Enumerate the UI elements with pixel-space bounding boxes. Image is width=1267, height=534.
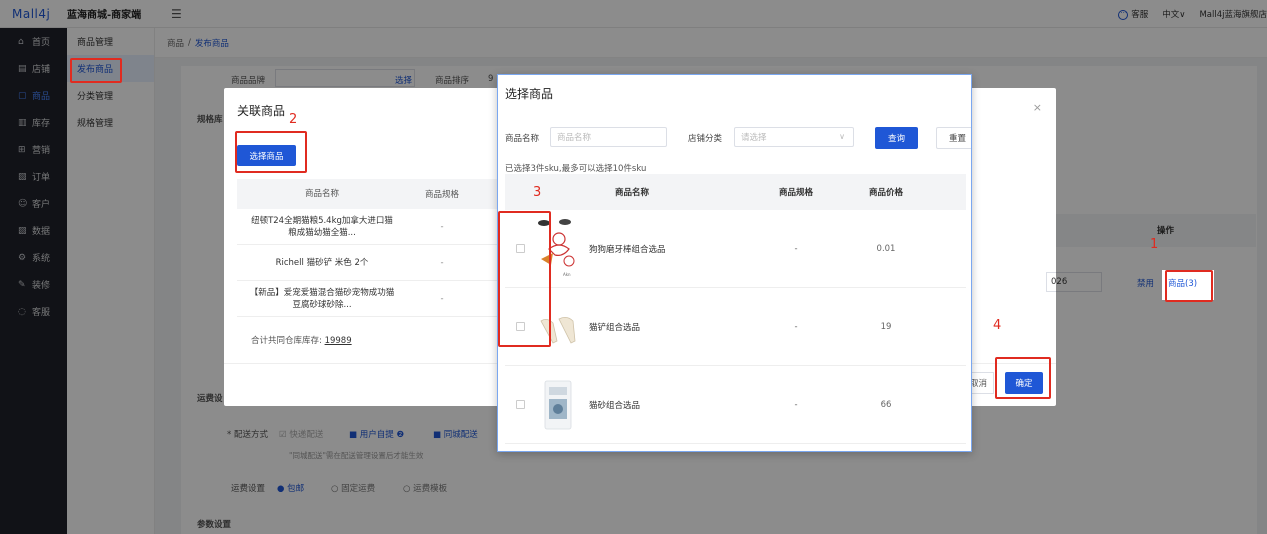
svg-text:Akn: Akn [563, 272, 571, 277]
query-button[interactable]: 查询 [875, 127, 918, 149]
product-image-cat-litter [535, 375, 581, 435]
annotation-box-goods-link [1165, 270, 1213, 302]
table-row[interactable]: 猫砂组合选品 - 66 [505, 366, 966, 444]
column-header: 商品规格 [424, 190, 459, 200]
column-header: 商品价格 [868, 188, 903, 198]
related-goods-table: 商品名称 商品规格 纽顿T24全期猫粮5.4kg加拿大进口猫粮成猫幼猫全猫...… [237, 179, 497, 317]
stock-total-value: 19989 [324, 336, 352, 346]
close-icon[interactable]: × [1033, 101, 1042, 114]
goods-name: 【新品】爱宠爱猫混合猫砂宠物成功猫豆腐砂球砂除... [249, 287, 395, 310]
reset-button[interactable]: 重置 [936, 127, 971, 149]
category-placeholder: 请选择 [741, 133, 767, 143]
column-header: 商品规格 [778, 188, 813, 198]
annotation-number-1: 1 [1150, 237, 1159, 252]
table-header: 商品名称 商品规格 商品价格 [505, 174, 966, 210]
table-header: 商品名称 商品规格 [237, 179, 497, 209]
goods-name: 纽顿T24全期猫粮5.4kg加拿大进口猫粮成猫幼猫全猫... [251, 215, 393, 238]
column-header: 商品名称 [304, 189, 339, 199]
goods-name: 猫砂组合选品 [589, 400, 641, 411]
category-filter-label: 店铺分类 [688, 134, 723, 144]
goods-name: 猫铲组合选品 [589, 322, 641, 333]
goods-spec: - [794, 321, 798, 332]
goods-price: 19 [880, 321, 892, 332]
goods-price: 66 [880, 399, 892, 410]
category-select[interactable]: 请选择 ∨ [734, 127, 854, 147]
annotation-box-publish [70, 58, 122, 83]
goods-price: 0.01 [876, 243, 896, 254]
table-row: 纽顿T24全期猫粮5.4kg加拿大进口猫粮成猫幼猫全猫... - [237, 209, 497, 245]
annotation-number-3: 3 [533, 185, 542, 200]
select-goods-table: 商品名称 商品规格 商品价格 Akn 狗狗磨牙棒组合选品 - 0.01 猫铲组合… [505, 174, 966, 444]
annotation-number-4: 4 [993, 318, 1002, 333]
goods-spec: - [794, 399, 798, 410]
table-row: Richell 猫砂铲 米色 2个 - [237, 245, 497, 281]
annotation-box-checkboxes [498, 211, 551, 347]
goods-spec: - [440, 221, 444, 232]
select-goods-dialog: 选择商品 商品名称 商品名称 店铺分类 请选择 ∨ 查询 重置 已选择3件sku… [497, 74, 972, 452]
goods-name: Richell 猫砂铲 米色 2个 [275, 257, 369, 268]
table-row[interactable]: Akn 狗狗磨牙棒组合选品 - 0.01 [505, 210, 966, 288]
selection-hint: 已选择3件sku,最多可以选择10件sku [505, 164, 647, 174]
chevron-down-icon: ∨ [839, 132, 845, 141]
table-row: 【新品】爱宠爱猫混合猫砂宠物成功猫豆腐砂球砂除... - [237, 281, 497, 317]
goods-spec: - [440, 257, 444, 268]
row-checkbox[interactable] [505, 400, 535, 409]
goods-spec: - [794, 243, 798, 254]
annotation-number-2: 2 [289, 112, 298, 127]
table-row[interactable]: 猫铲组合选品 - 19 [505, 288, 966, 366]
annotation-box-confirm [995, 357, 1051, 399]
column-header: 商品名称 [615, 188, 650, 198]
stock-total: 合计共同仓库库存: 19989 [251, 334, 352, 346]
litter-bag-icon [544, 380, 572, 429]
related-goods-title: 关联商品 [237, 104, 286, 118]
name-filter-input[interactable]: 商品名称 [550, 127, 667, 147]
name-filter-label: 商品名称 [505, 134, 540, 144]
goods-spec: - [440, 293, 444, 304]
annotation-box-select-button [235, 131, 307, 173]
ops-panel-dim [1056, 202, 1256, 312]
select-goods-title: 选择商品 [505, 87, 554, 101]
goods-name: 狗狗磨牙棒组合选品 [589, 244, 666, 255]
stock-total-label: 合计共同仓库库存: [251, 336, 325, 346]
